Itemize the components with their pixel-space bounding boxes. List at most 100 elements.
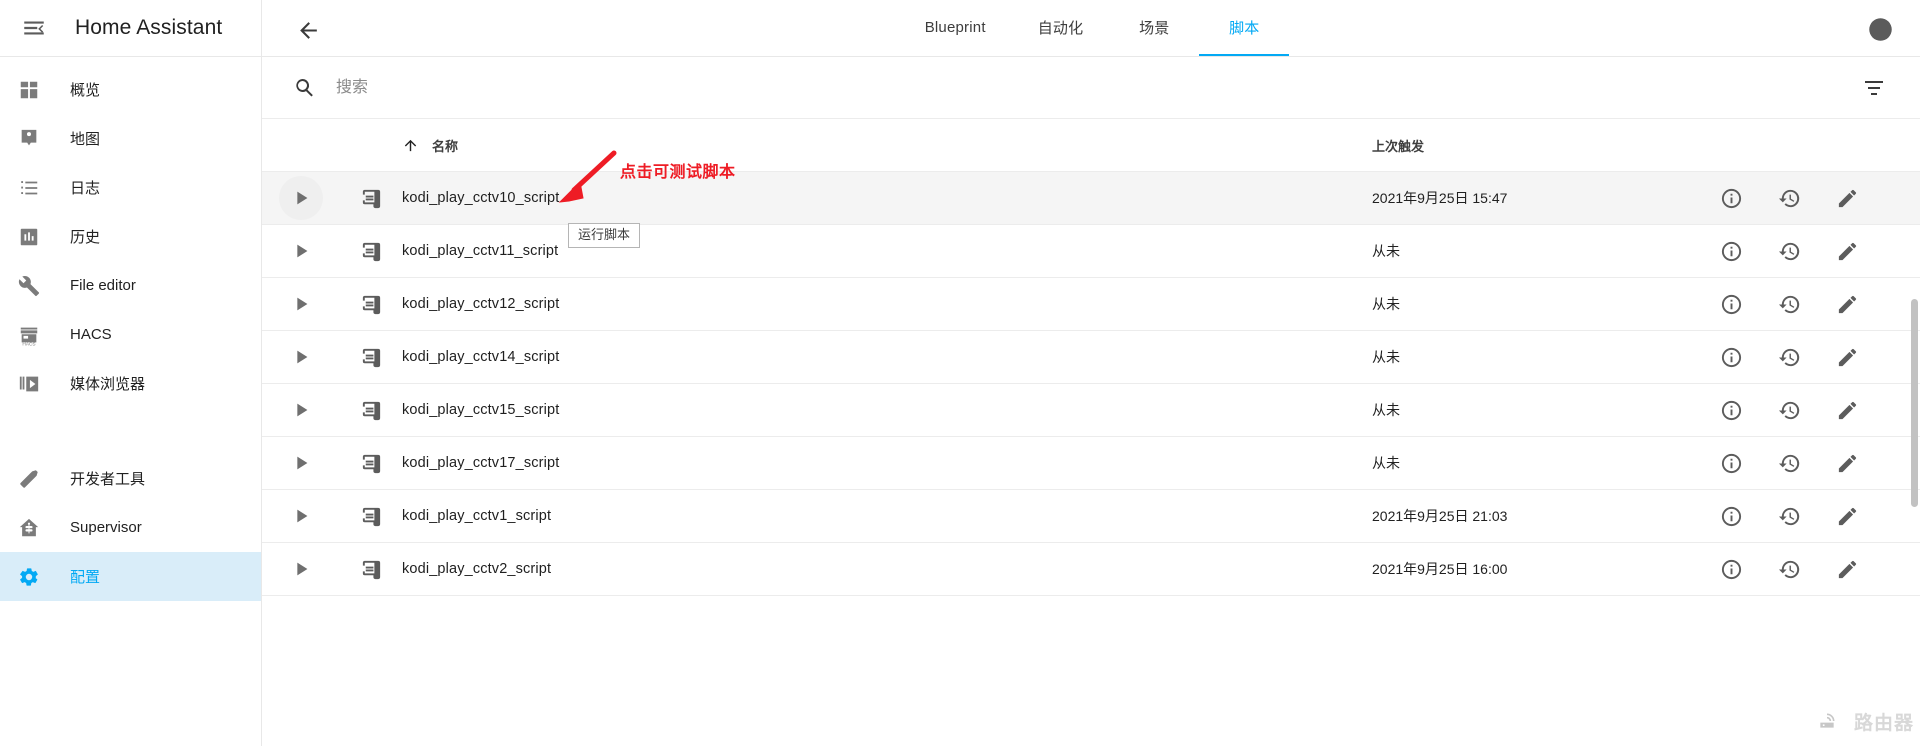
sidebar-item-map[interactable]: 地图 [0, 114, 261, 163]
play-icon[interactable] [279, 388, 323, 432]
run-cell [262, 335, 340, 379]
header-last-triggered-col[interactable]: 上次触发 [1372, 136, 1702, 155]
pencil-icon[interactable] [1827, 231, 1867, 271]
history-icon[interactable] [1769, 284, 1809, 324]
sidebar-item-label: 日志 [70, 177, 100, 198]
info-cell [1702, 443, 1760, 483]
info-cell [1702, 337, 1760, 377]
history-icon[interactable] [1769, 390, 1809, 430]
script-text-icon [340, 346, 402, 369]
last-triggered-value: 2021年9月25日 16:00 [1372, 559, 1702, 579]
pencil-icon[interactable] [1827, 496, 1867, 536]
information-outline-icon[interactable] [1711, 549, 1751, 589]
pencil-icon[interactable] [1827, 390, 1867, 430]
annotation-label: 点击可测试脚本 [620, 158, 736, 182]
hammer-icon [14, 464, 44, 494]
sidebar-item-label: 历史 [70, 226, 100, 247]
table-header-row: 名称 上次触发 [262, 119, 1920, 172]
tab-blueprint[interactable]: Blueprint [899, 0, 1012, 56]
help-circle-icon[interactable] [1860, 9, 1900, 49]
run-cell [262, 176, 340, 220]
sidebar-item-media-browser[interactable]: 媒体浏览器 [0, 359, 261, 408]
tab-label: Blueprint [925, 19, 986, 36]
vertical-scrollbar[interactable] [1911, 299, 1918, 507]
last-triggered-value: 从未 [1372, 294, 1702, 314]
tab-scene[interactable]: 场景 [1109, 0, 1199, 56]
header-last-triggered-label: 上次触发 [1372, 139, 1424, 154]
table-row[interactable]: kodi_play_cctv15_script从未 [262, 384, 1920, 437]
run-cell [262, 441, 340, 485]
table-row[interactable]: kodi_play_cctv2_script2021年9月25日 16:00 [262, 543, 1920, 596]
header-name-col[interactable]: 名称 [402, 136, 1372, 155]
pencil-icon[interactable] [1827, 443, 1867, 483]
table-row[interactable]: kodi_play_cctv17_script从未 [262, 437, 1920, 490]
information-outline-icon[interactable] [1711, 337, 1751, 377]
info-cell [1702, 178, 1760, 218]
sidebar-header: Home Assistant [0, 0, 261, 57]
pencil-icon[interactable] [1827, 284, 1867, 324]
play-icon[interactable] [279, 176, 323, 220]
arrow-left-icon[interactable] [288, 10, 328, 50]
tab-automation[interactable]: 自动化 [1012, 0, 1110, 56]
last-triggered-value: 从未 [1372, 453, 1702, 473]
script-text-icon [340, 187, 402, 210]
history-cell [1760, 284, 1818, 324]
table-row[interactable]: kodi_play_cctv10_script2021年9月25日 15:47 [262, 172, 1920, 225]
information-outline-icon[interactable] [1711, 443, 1751, 483]
information-outline-icon[interactable] [1711, 178, 1751, 218]
history-icon[interactable] [1769, 178, 1809, 218]
history-icon[interactable] [1769, 443, 1809, 483]
information-outline-icon[interactable] [1711, 496, 1751, 536]
table-row[interactable]: kodi_play_cctv11_script从未 [262, 225, 1920, 278]
pencil-icon[interactable] [1827, 337, 1867, 377]
sidebar-item-label: 媒体浏览器 [70, 373, 145, 394]
run-cell [262, 494, 340, 538]
script-text-icon [340, 399, 402, 422]
history-icon[interactable] [1769, 549, 1809, 589]
play-icon[interactable] [279, 229, 323, 273]
history-cell [1760, 549, 1818, 589]
script-name: kodi_play_cctv12_script [402, 296, 1372, 312]
history-icon[interactable] [1769, 231, 1809, 271]
history-icon[interactable] [1769, 337, 1809, 377]
history-icon[interactable] [1769, 496, 1809, 536]
brand-title: Home Assistant [75, 16, 222, 40]
sidebar-nav: 概览 地图 日志 历史 [0, 57, 261, 746]
table-row[interactable]: kodi_play_cctv14_script从未 [262, 331, 1920, 384]
script-text-icon [340, 505, 402, 528]
information-outline-icon[interactable] [1711, 284, 1751, 324]
edit-cell [1818, 549, 1876, 589]
run-cell [262, 282, 340, 326]
script-name: kodi_play_cctv10_script [402, 190, 1372, 206]
sidebar-item-developer-tools[interactable]: 开发者工具 [0, 454, 261, 503]
sidebar-item-configuration[interactable]: 配置 [0, 552, 261, 601]
play-icon[interactable] [279, 282, 323, 326]
sidebar-item-supervisor[interactable]: Supervisor [0, 503, 261, 552]
tab-script[interactable]: 脚本 [1199, 0, 1289, 56]
script-name: kodi_play_cctv15_script [402, 402, 1372, 418]
search-input[interactable] [334, 78, 1854, 98]
pencil-icon[interactable] [1827, 178, 1867, 218]
information-outline-icon[interactable] [1711, 231, 1751, 271]
play-icon[interactable] [279, 335, 323, 379]
filter-variant-icon[interactable] [1854, 68, 1894, 108]
main-content: Blueprint 自动化 场景 脚本 [262, 0, 1920, 746]
menu-collapse-icon[interactable] [12, 6, 56, 50]
table-row[interactable]: kodi_play_cctv1_script2021年9月25日 21:03 [262, 490, 1920, 543]
sidebar-item-hacs[interactable]: HACS HACS [0, 310, 261, 359]
script-text-icon [340, 558, 402, 581]
run-cell [262, 229, 340, 273]
sidebar-item-history[interactable]: 历史 [0, 212, 261, 261]
table-row[interactable]: kodi_play_cctv12_script从未 [262, 278, 1920, 331]
play-icon[interactable] [279, 494, 323, 538]
sidebar-item-logbook[interactable]: 日志 [0, 163, 261, 212]
information-outline-icon[interactable] [1711, 390, 1751, 430]
pencil-icon[interactable] [1827, 549, 1867, 589]
sidebar-item-label: HACS [70, 326, 112, 343]
sidebar-item-file-editor[interactable]: File editor [0, 261, 261, 310]
play-icon[interactable] [279, 441, 323, 485]
play-box-multiple-icon [14, 369, 44, 399]
sidebar-item-overview[interactable]: 概览 [0, 65, 261, 114]
play-icon[interactable] [279, 547, 323, 591]
sidebar: Home Assistant 概览 地图 日志 [0, 0, 262, 746]
